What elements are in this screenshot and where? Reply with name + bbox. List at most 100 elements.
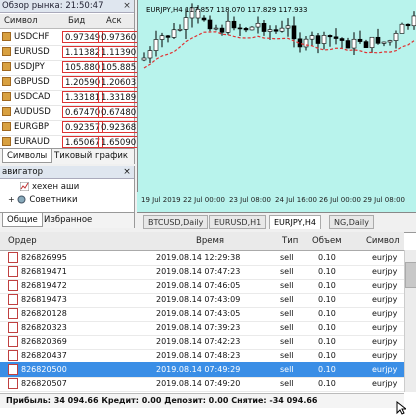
candle-body (399, 23, 405, 34)
ask-price: 1.65090 (98, 136, 140, 148)
symbol-cell: eurjpy (372, 379, 398, 388)
bid-price: 0.97349 (62, 31, 104, 43)
type-cell: sell (280, 267, 294, 276)
tab-favorites[interactable]: Избранное (40, 213, 96, 227)
chart-tab-btcusd[interactable]: BTCUSD,Daily (143, 215, 209, 229)
order-row[interactable]: 826820507 2019.08.14 07:49:20 sell 0.10 eurj… (0, 376, 404, 392)
order-cell: 826820369 (8, 334, 67, 349)
axis-tick-label: 29 Jul 08:00 (363, 196, 405, 204)
symbol-cell: eurjpy (372, 281, 398, 290)
axis-tick-label: 23 Jul 08:00 (229, 196, 271, 204)
volume-cell: 0.10 (318, 323, 336, 332)
candle-body (147, 50, 153, 59)
symbol-icon (2, 122, 11, 131)
type-cell: sell (280, 281, 294, 290)
time-cell: 2019.08.14 07:46:05 (156, 281, 241, 290)
column-header-symbol[interactable]: Символ (4, 14, 38, 28)
order-icon (8, 252, 18, 263)
symbol-label: GBPUSD (14, 77, 50, 87)
tab-common[interactable]: Общие (2, 213, 43, 227)
time-cell: 2019.08.14 07:48:23 (156, 351, 241, 360)
symbol-icon (2, 47, 11, 56)
volume-cell: 0.10 (318, 365, 336, 374)
symbol-label: AUDUSD (14, 107, 51, 117)
close-icon[interactable]: × (122, 167, 132, 177)
column-header-ask[interactable]: Аск (106, 14, 122, 28)
volume-cell: 0.10 (318, 281, 336, 290)
symbol-cell: eurjpy (372, 253, 398, 262)
candle-body (327, 35, 333, 38)
navigator-item-experts[interactable]: + Советники (8, 194, 77, 206)
chart-tab-eurjpy[interactable]: EURJPY,H4 (269, 215, 322, 229)
symbol-cell: EURUSD (2, 44, 50, 60)
candle-body (381, 41, 387, 44)
candle-body (411, 15, 416, 27)
order-number: 826819471 (21, 267, 67, 276)
candle-body (153, 39, 159, 51)
order-icon (8, 350, 18, 361)
mouse-cursor-icon (396, 401, 406, 415)
navigator-item-label: хехен аши (32, 182, 80, 192)
ask-price: 0.67480 (98, 106, 140, 118)
navigator-title: авигатор (0, 166, 134, 179)
order-icon (8, 364, 18, 375)
column-header-symbol[interactable]: Символ (366, 232, 400, 250)
symbol-label: EURUSD (14, 47, 50, 57)
symbol-cell: eurjpy (372, 267, 398, 276)
symbol-label: USDCAD (14, 92, 51, 102)
candle-body (141, 57, 147, 61)
order-cell: 826820500 (8, 362, 67, 377)
scrollbar-thumb[interactable] (405, 262, 416, 288)
candle-body (159, 35, 165, 40)
orders-table-header: Ордер Время Тип Объем Символ (0, 232, 404, 251)
order-number: 826820128 (21, 309, 67, 318)
time-cell: 2019.08.14 12:29:38 (156, 253, 241, 262)
candle-body (393, 33, 399, 41)
price-chart[interactable]: EURJPY,H4 117.857 118.070 117.829 117.93… (137, 0, 416, 212)
candle-body (177, 28, 183, 31)
symbol-icon (2, 62, 11, 71)
volume-cell: 0.10 (318, 267, 336, 276)
column-header-order[interactable]: Ордер (8, 232, 37, 250)
time-cell: 2019.08.14 07:43:05 (156, 309, 241, 318)
order-cell: 826819472 (8, 278, 67, 293)
order-number: 826819472 (21, 281, 67, 290)
order-cell: 826820323 (8, 320, 67, 335)
column-header-bid[interactable]: Бид (68, 14, 85, 28)
type-cell: sell (280, 253, 294, 262)
close-icon[interactable]: × (122, 1, 132, 11)
symbol-icon (2, 32, 11, 41)
order-icon (8, 280, 18, 291)
symbol-icon (2, 107, 11, 116)
type-cell: sell (280, 323, 294, 332)
order-icon (8, 322, 18, 333)
bid-price: 1.33181 (62, 91, 104, 103)
order-number: 826820437 (21, 351, 67, 360)
tab-tick-chart[interactable]: Тиковый график (50, 149, 132, 163)
market-watch-header: Символ Бид Аск (0, 14, 134, 29)
candle-body (201, 17, 207, 21)
candle-body (171, 29, 177, 38)
column-header-volume[interactable]: Объем (312, 232, 342, 250)
candle-body (369, 36, 375, 48)
market-watch-panel: Обзор рынка: 21:50:47 × Символ Бид Аск U… (0, 0, 140, 164)
column-header-time[interactable]: Время (196, 232, 224, 250)
candle-body (405, 23, 411, 27)
chart-tabs: BTCUSD,Daily EURUSD,H1 EURJPY,H4 NG,Dail… (137, 212, 416, 231)
indicator-icon (20, 182, 29, 191)
candlestick-chart[interactable] (138, 0, 416, 192)
axis-tick-label: 22 Jul 00:00 (183, 196, 225, 204)
chart-tab-eurusd[interactable]: EURUSD,H1 (209, 215, 267, 229)
market-watch-tabs: Символы Тиковый график (0, 148, 134, 164)
candle-body (279, 27, 285, 32)
candle-body (357, 38, 363, 42)
symbol-label: EURGBP (14, 122, 50, 132)
order-icon (8, 336, 18, 347)
bid-price: 1.65067 (62, 136, 104, 148)
navigator-item-heiken-ashi[interactable]: хехен аши (20, 181, 79, 193)
symbol-icon (2, 92, 11, 101)
expand-icon[interactable]: + (8, 195, 15, 204)
chart-tab-ng[interactable]: NG,Daily (329, 215, 374, 229)
column-header-type[interactable]: Тип (282, 232, 298, 250)
tab-symbols[interactable]: Символы (2, 149, 53, 163)
